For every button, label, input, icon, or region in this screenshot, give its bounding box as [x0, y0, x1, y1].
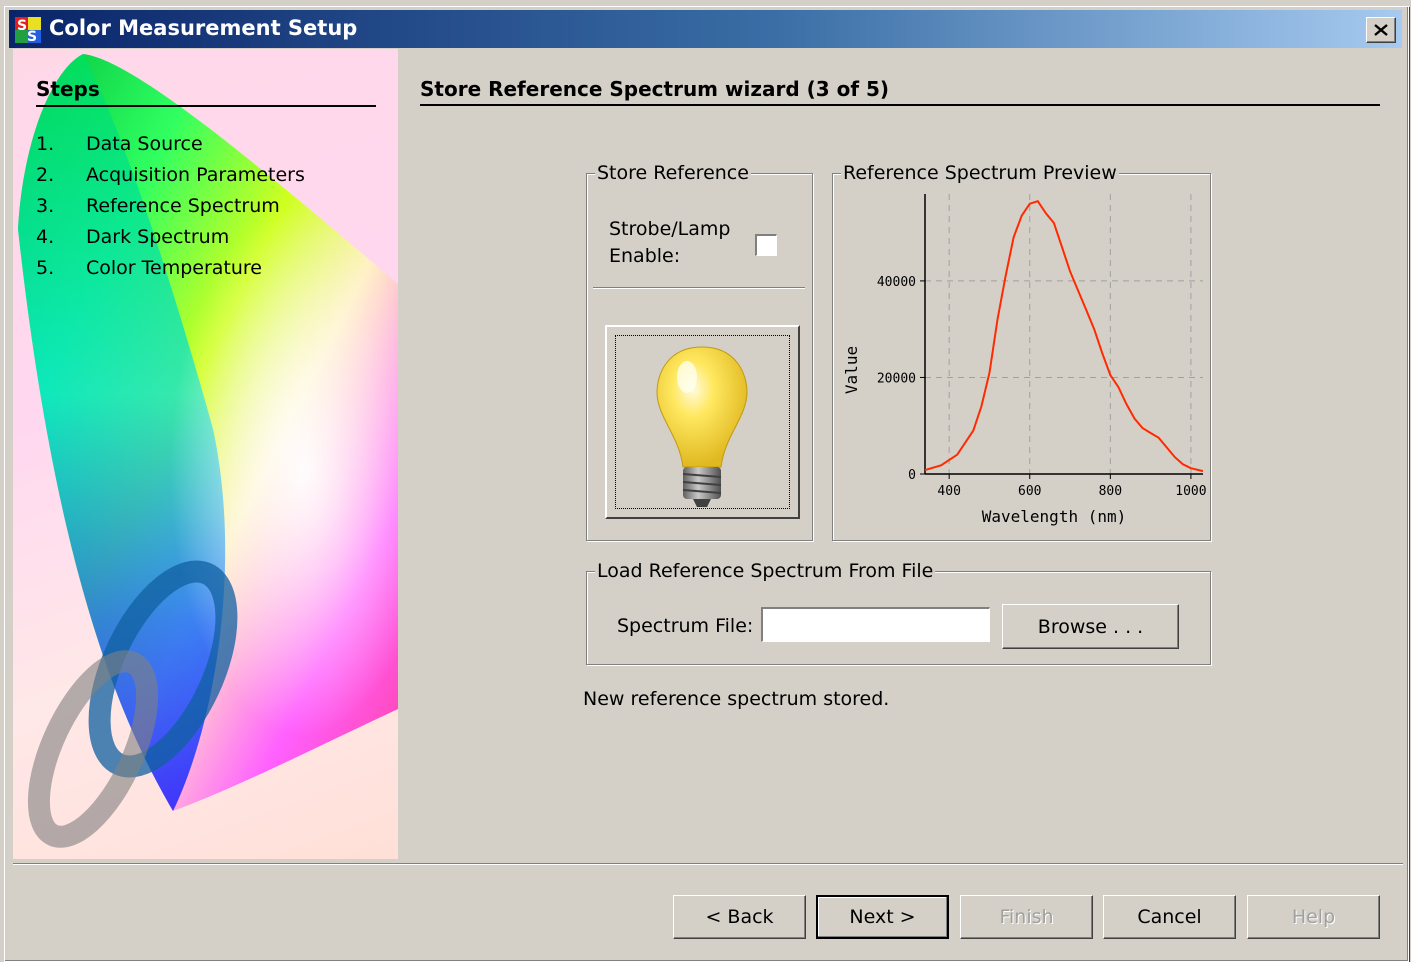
- spectrum-file-label: Spectrum File:: [617, 615, 754, 637]
- title-bar[interactable]: S S Color Measurement Setup: [9, 10, 1402, 48]
- step-number: 3.: [36, 195, 55, 217]
- help-button[interactable]: Help: [1247, 895, 1380, 939]
- step-item: 2. Acquisition Parameters: [36, 164, 305, 186]
- app-logo-icon: S S: [15, 17, 41, 43]
- status-message: New reference spectrum stored.: [583, 688, 890, 710]
- x-tick-label: 400: [937, 484, 960, 499]
- strobe-lamp-checkbox[interactable]: [755, 234, 777, 256]
- step-item: 1. Data Source: [36, 133, 203, 155]
- spectrum-preview-group: Reference Spectrum Preview 400 600 800 1000…: [832, 162, 1211, 541]
- load-reference-legend: Load Reference Spectrum From File: [595, 560, 936, 582]
- close-button[interactable]: [1366, 17, 1396, 43]
- steps-divider: [36, 105, 376, 107]
- step-label: Reference Spectrum: [86, 195, 280, 217]
- step-number: 1.: [36, 133, 55, 155]
- step-label: Dark Spectrum: [86, 226, 230, 248]
- store-reference-legend: Store Reference: [595, 162, 751, 184]
- title-divider: [420, 104, 1380, 106]
- strobe-label-line1: Strobe/Lamp: [609, 218, 731, 240]
- strobe-label-line2: Enable:: [609, 245, 681, 267]
- x-tick-label: 800: [1099, 484, 1122, 499]
- svg-text:S: S: [17, 18, 27, 34]
- step-label: Color Temperature: [86, 257, 263, 279]
- window-title: Color Measurement Setup: [49, 16, 358, 40]
- x-axis-label: Wavelength (nm): [982, 507, 1127, 526]
- footer-separator: [13, 863, 1403, 865]
- store-reference-bulb-button[interactable]: [605, 325, 800, 519]
- step-number: 2.: [36, 164, 55, 186]
- page-title: Store Reference Spectrum wizard (3 of 5): [420, 77, 890, 101]
- step-label: Data Source: [86, 133, 203, 155]
- step-number: 5.: [36, 257, 55, 279]
- next-button[interactable]: Next >: [816, 895, 949, 939]
- y-tick-label: 0: [908, 468, 916, 483]
- browse-button[interactable]: Browse . . .: [1002, 604, 1179, 649]
- x-tick-label: 1000: [1175, 484, 1206, 499]
- y-tick-label: 20000: [877, 371, 916, 386]
- svg-text:S: S: [27, 29, 37, 43]
- cancel-button[interactable]: Cancel: [1103, 895, 1236, 939]
- wizard-window: S S Color Measurement Setup Steps 1. Dat…: [4, 6, 1409, 962]
- steps-heading: Steps: [36, 77, 100, 101]
- strobe-lamp-label: Strobe/Lamp Enable:: [609, 216, 730, 270]
- step-item: 5. Color Temperature: [36, 257, 262, 279]
- group-separator: [593, 287, 805, 289]
- step-number: 4.: [36, 226, 55, 248]
- step-item: 4. Dark Spectrum: [36, 226, 229, 248]
- back-button[interactable]: < Back: [673, 895, 806, 939]
- light-bulb-icon: [656, 346, 748, 507]
- step-item-current: 3. Reference Spectrum: [36, 195, 280, 217]
- close-icon: [1374, 24, 1388, 36]
- load-reference-group: Load Reference Spectrum From File Spectr…: [586, 560, 1211, 665]
- spectrum-series-line: [924, 200, 1204, 473]
- steps-panel: Steps 1. Data Source 2. Acquisition Parame…: [13, 49, 398, 859]
- finish-button[interactable]: Finish: [960, 895, 1093, 939]
- y-tick-label: 40000: [877, 275, 916, 290]
- step-label: Acquisition Parameters: [86, 164, 305, 186]
- x-tick-label: 600: [1018, 484, 1041, 499]
- spectrum-file-input[interactable]: [761, 607, 990, 642]
- y-axis-label: Value: [842, 346, 861, 394]
- reference-spectrum-chart: 400 600 800 1000 0 20000 40000 Wavelength (nm) V…: [842, 194, 1207, 526]
